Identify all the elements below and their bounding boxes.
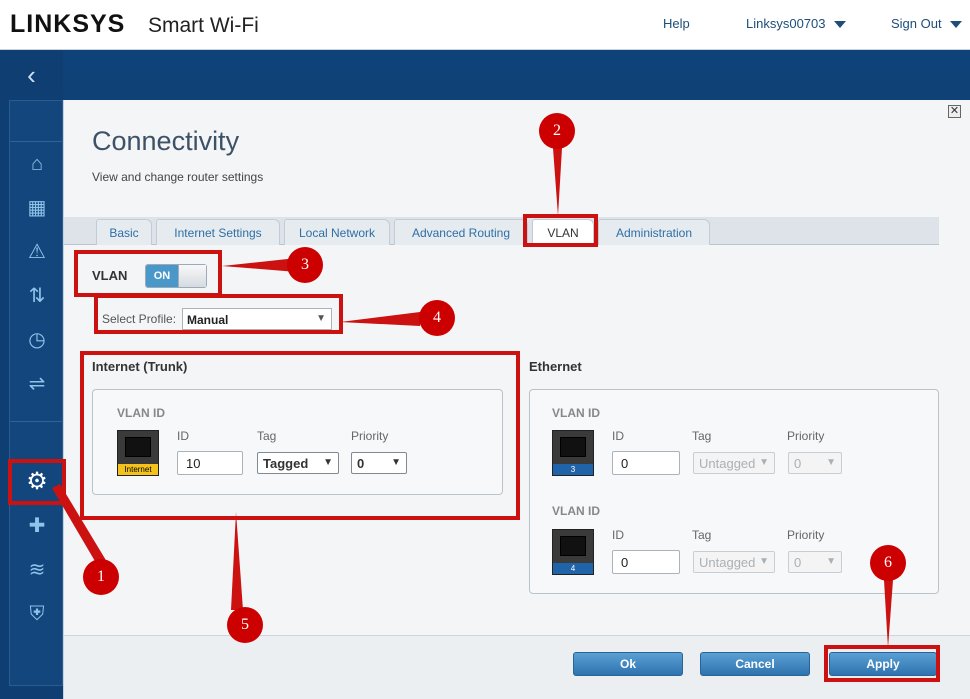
highlight-vlan-toggle: [74, 250, 222, 297]
highlight-internet-trunk: [80, 351, 520, 520]
highlight-settings: [8, 459, 66, 505]
highlight-profile-select: [94, 294, 343, 334]
highlight-vlan-tab: [523, 214, 598, 247]
annotation-badge-2: 2: [539, 113, 575, 149]
annotation-badge-6: 6: [870, 545, 906, 581]
arrow-3: [222, 258, 297, 272]
arrow-2: [553, 148, 562, 216]
arrow-5: [231, 512, 243, 610]
annotation-badge-1: 1: [83, 559, 119, 595]
annotation-badge-3: 3: [287, 247, 323, 283]
annotation-badge-5: 5: [227, 607, 263, 643]
annotation-arrows: [52, 148, 893, 648]
arrow-6: [884, 580, 893, 648]
highlight-apply-button: [824, 645, 940, 682]
arrow-4: [340, 312, 420, 326]
annotation-badge-4: 4: [419, 300, 455, 336]
